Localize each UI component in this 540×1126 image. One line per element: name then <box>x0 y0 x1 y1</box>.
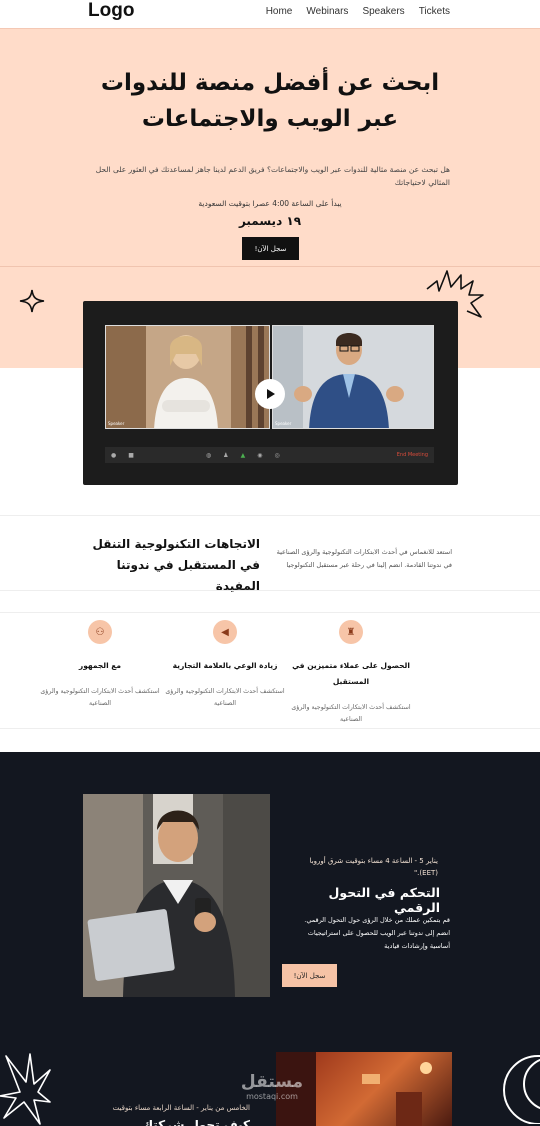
nav-webinars[interactable]: Webinars <box>306 6 348 17</box>
woman-speaker-photo <box>106 326 269 428</box>
event-time: يناير 5 - الساعة 4 مساء بتوقيت شرق أوروب… <box>309 857 438 877</box>
end-meeting-button[interactable]: End Meeting <box>397 452 428 458</box>
speaker-video-left: Speaker <box>105 325 270 429</box>
register-button[interactable]: سجل الآن! <box>242 237 299 260</box>
speaker-tag-right: Speaker <box>275 421 292 426</box>
logo[interactable]: Logo <box>88 0 134 22</box>
section-divider <box>0 612 540 613</box>
trends-title: الاتجاهات التكنولوجية التنقل في المستقبل… <box>92 537 260 593</box>
watermark-logo: مستقل mostaqi.com <box>237 1072 307 1101</box>
microphone-icon[interactable]: ● <box>111 452 116 459</box>
man-speaker-photo <box>273 326 433 428</box>
hero-description: هل تبحث عن منصة مثالية للندوات عبر الويب… <box>95 165 450 187</box>
events-section: يناير 5 - الساعة 4 مساء بتوقيت شرق أوروب… <box>0 752 540 1126</box>
feature-brand-awareness: ◀ زيادة الوعي بالعلامة التجارية استكشف أ… <box>160 620 290 710</box>
security-icon[interactable]: ◎ <box>274 452 279 459</box>
speaker-tag-left: Speaker <box>108 421 125 426</box>
play-button[interactable] <box>255 379 285 409</box>
feature-description: استكشف أحدث الابتكارات التكنولوجية والرؤ… <box>40 688 160 707</box>
feature-audience: ⚇ مع الجمهور استكشف أحدث الابتكارات التك… <box>35 620 165 710</box>
sparkle-icon <box>19 289 45 313</box>
play-icon <box>267 389 275 399</box>
participants-icon[interactable]: ♟ <box>223 452 228 459</box>
watermark-url: mostaqi.com <box>246 1092 298 1101</box>
nav-home[interactable]: Home <box>266 6 293 17</box>
hero-title: ابحث عن أفضل منصة للندوات عبر الويب والا… <box>100 70 440 132</box>
starburst-icon <box>0 1053 51 1125</box>
feature-description: استكشف أحدث الابتكارات التكنولوجية والرؤ… <box>291 704 411 723</box>
meeting-controls: ● ■ ◍ ♟ ▲ ◉ ◎ End Meeting <box>105 447 434 463</box>
feature-title: مع الجمهور <box>78 661 122 670</box>
event-register-button[interactable]: سجل الآن! <box>282 964 337 987</box>
clients-icon: ♜ <box>339 620 363 644</box>
main-nav: Home Webinars Speakers Tickets <box>266 6 450 17</box>
chart-icon[interactable]: ▲ <box>241 452 246 459</box>
feature-title: زيادة الوعي بالعلامة التجارية <box>172 661 278 670</box>
moon-icon <box>503 1055 540 1124</box>
businessman-photo <box>83 794 270 997</box>
feature-title: الحصول على عملاء متميزين في المستقبل <box>292 661 410 686</box>
share-screen-icon[interactable]: ◍ <box>206 452 211 459</box>
speaker-video-right: Speaker <box>272 325 434 429</box>
top-navbar: Logo Home Webinars Speakers Tickets <box>0 0 540 28</box>
webinar-video-player[interactable]: Speaker Speaker ● ■ ◍ ♟ ▲ ◉ ◎ End Meetin… <box>83 301 458 485</box>
nav-tickets[interactable]: Tickets <box>419 6 450 17</box>
nav-speakers[interactable]: Speakers <box>362 6 404 17</box>
hero-start-time: يبدأ على الساعة 4:00 عصرا بتوقيت السعودي… <box>198 199 342 208</box>
event-title: التحكم في التحول الرقمي <box>328 885 440 915</box>
feature-clients: ♜ الحصول على عملاء متميزين في المستقبل ا… <box>286 620 416 726</box>
trends-text: استعد للانغماس في أحدث الابتكارات التكنو… <box>276 548 452 569</box>
audience-icon: ⚇ <box>88 620 112 644</box>
man-with-laptop-image <box>83 794 270 997</box>
watermark-arabic: مستقل <box>240 1072 304 1092</box>
section-divider <box>0 515 540 516</box>
megaphone-icon: ◀ <box>213 620 237 644</box>
camera-icon[interactable]: ■ <box>128 452 134 459</box>
event-description: قم بتمكين عملك من خلال الرؤى حول التحول … <box>304 916 450 950</box>
event3-time: الخامس من يناير - الساعة الرابعة مساء بت… <box>112 1104 250 1112</box>
section-divider <box>0 728 540 729</box>
record-icon[interactable]: ◉ <box>257 452 262 459</box>
feature-description: استكشف أحدث الابتكارات التكنولوجية والرؤ… <box>165 688 285 707</box>
section-divider <box>0 590 540 591</box>
hero-date: ١٩ ديسمبر <box>238 214 302 228</box>
event3-title: كيف تحول شركتك <box>142 1118 250 1126</box>
